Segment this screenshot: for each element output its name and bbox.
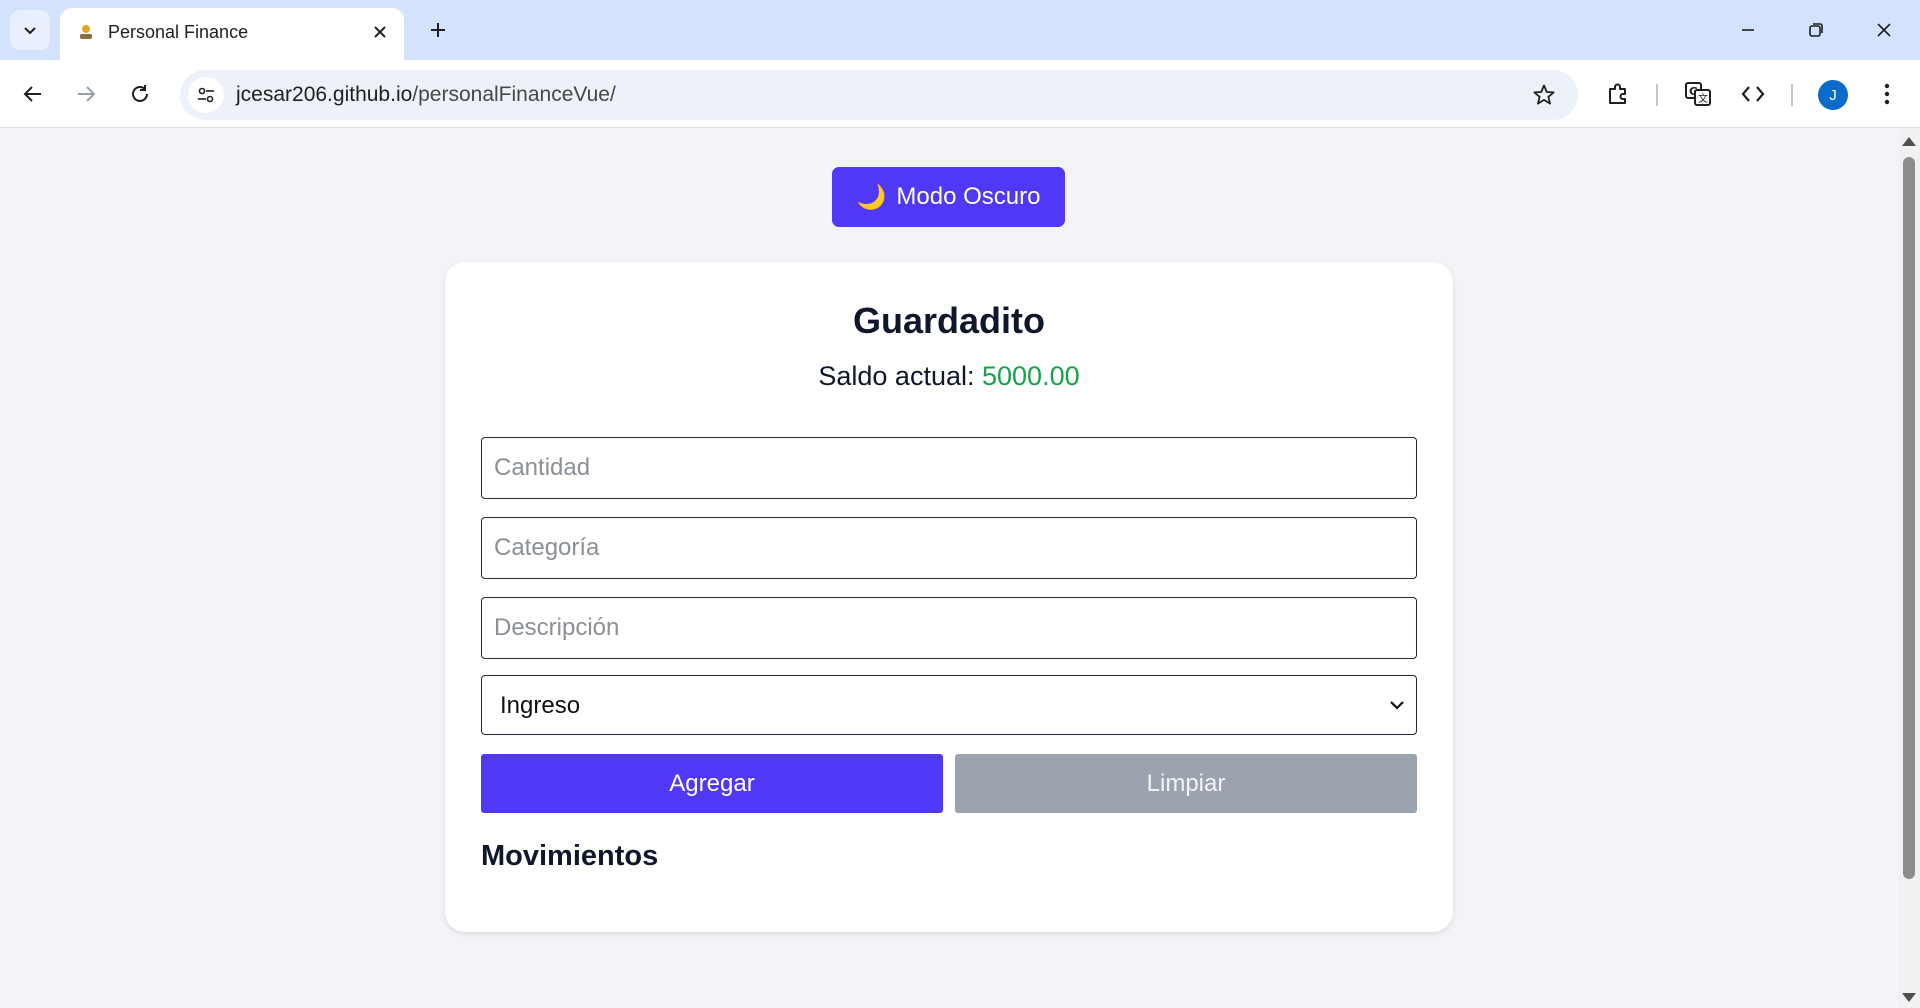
forward-button[interactable]	[66, 74, 106, 114]
chevron-down-icon	[24, 27, 36, 35]
new-tab-button[interactable]	[420, 12, 456, 48]
balance-label: Saldo actual:	[818, 361, 975, 391]
tab-close-button[interactable]	[366, 18, 394, 46]
star-icon	[1533, 84, 1555, 105]
tab-strip: Personal Finance	[0, 0, 1920, 60]
svg-text:文: 文	[1698, 92, 1708, 105]
category-input[interactable]	[481, 517, 1417, 579]
devtools-button[interactable]	[1735, 76, 1771, 112]
moon-icon: 🌙	[856, 183, 887, 211]
browser-toolbar: jcesar206.github.io/personalFinanceVue/ …	[0, 60, 1920, 128]
tab-title: Personal Finance	[108, 22, 249, 42]
profile-avatar[interactable]: J	[1818, 80, 1848, 110]
site-info-icon	[198, 87, 214, 103]
scroll-up-arrow[interactable]	[1902, 137, 1916, 146]
minimize-button[interactable]	[1714, 0, 1782, 60]
minimize-icon	[1742, 29, 1754, 31]
add-button[interactable]: Agregar	[481, 754, 943, 813]
menu-dots-icon	[1884, 83, 1890, 105]
plus-icon	[431, 23, 445, 37]
type-select-value: Ingreso	[500, 692, 581, 719]
url-host: jcesar206.github.io	[236, 83, 413, 106]
scroll-down-arrow[interactable]	[1902, 993, 1916, 1002]
reload-button[interactable]	[120, 74, 160, 114]
extensions-icon	[1609, 83, 1626, 104]
translate-icon: G文	[1685, 82, 1711, 106]
browser-menu-button[interactable]	[1869, 76, 1905, 112]
back-icon	[23, 86, 41, 102]
scroll-thumb[interactable]	[1903, 157, 1915, 879]
clear-button[interactable]: Limpiar	[955, 754, 1417, 813]
chevron-down-icon	[1388, 696, 1406, 714]
forward-icon	[78, 86, 96, 102]
extensions-button[interactable]	[1600, 76, 1636, 112]
page-title: Guardadito	[852, 300, 1045, 341]
bookmark-button[interactable]	[1528, 79, 1560, 111]
vertical-scrollbar[interactable]	[1898, 129, 1920, 1008]
site-info-button[interactable]	[188, 77, 224, 113]
finance-card: Guardadito Saldo actual: 5000.00 Ingreso…	[445, 262, 1453, 932]
toolbar-divider	[1656, 84, 1658, 106]
url-text: jcesar206.github.io/personalFinanceVue/	[236, 83, 616, 107]
description-input[interactable]	[481, 597, 1417, 659]
window-close-icon	[1877, 23, 1891, 37]
translate-button[interactable]: G文	[1680, 76, 1716, 112]
active-tab[interactable]: Personal Finance	[60, 8, 404, 60]
balance-value: 5000.00	[982, 361, 1080, 391]
back-button[interactable]	[13, 74, 53, 114]
type-select[interactable]: Ingreso	[481, 675, 1417, 735]
tab-search-button[interactable]	[10, 10, 50, 50]
window-close-button[interactable]	[1850, 0, 1918, 60]
devtools-icon	[1741, 86, 1765, 102]
url-path: /personalFinanceVue/	[412, 83, 616, 106]
address-bar[interactable]: jcesar206.github.io/personalFinanceVue/	[180, 70, 1578, 120]
amount-input[interactable]	[481, 437, 1417, 499]
close-icon	[374, 26, 386, 38]
dark-mode-label: Modo Oscuro	[896, 183, 1041, 210]
toolbar-divider	[1791, 84, 1793, 106]
reload-icon	[132, 85, 148, 102]
balance-line: Saldo actual: 5000.00	[445, 361, 1453, 392]
dark-mode-button[interactable]: 🌙 Modo Oscuro	[832, 167, 1065, 227]
favicon-icon	[76, 22, 96, 42]
page-viewport: 🌙 Modo Oscuro Guardadito Saldo actual: 5…	[0, 129, 1898, 1008]
restore-button[interactable]	[1782, 0, 1850, 60]
restore-icon	[1809, 23, 1823, 37]
movements-heading: Movimientos	[481, 840, 659, 872]
